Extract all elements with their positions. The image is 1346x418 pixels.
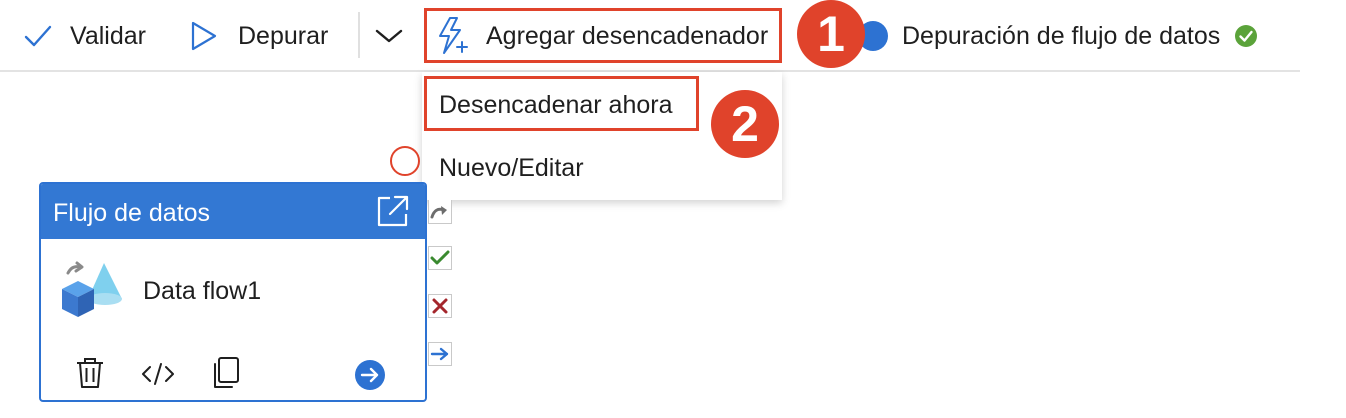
dataflow-icon: [60, 259, 124, 328]
open-external-icon[interactable]: [375, 193, 411, 234]
redo-arrow-icon[interactable]: [428, 200, 452, 224]
highlight-add-trigger: [424, 8, 782, 63]
circle-connector-icon[interactable]: [389, 145, 421, 182]
callout-badge-2: 2: [711, 90, 779, 158]
debug-label: Depurar: [238, 21, 329, 50]
success-icon: [1234, 24, 1258, 48]
check-icon: [24, 24, 52, 48]
validate-label: Validar: [70, 21, 146, 50]
arrow-circle-right-icon[interactable]: [354, 359, 386, 396]
dataflow-activity-card[interactable]: Flujo de datos Data flow1: [39, 182, 427, 402]
activity-name: Data flow1: [143, 277, 262, 305]
menu-item-label: Nuevo/Editar: [439, 153, 584, 182]
dataflow-debug-label: Depuración de flujo de datos: [902, 21, 1221, 50]
more-dropdown-button[interactable]: [372, 10, 406, 62]
play-outline-icon: [190, 21, 218, 51]
arrow-right-icon[interactable]: [428, 342, 452, 366]
dataflow-debug-status: Depuración de flujo de datos: [902, 10, 1258, 62]
delete-icon[interactable]: [75, 356, 105, 395]
code-icon[interactable]: [141, 362, 175, 391]
highlight-trigger-now: [424, 76, 699, 131]
toolbar-divider: [358, 12, 360, 58]
error-x-icon[interactable]: [428, 294, 452, 318]
chevron-down-icon: [372, 26, 406, 46]
copy-icon[interactable]: [211, 356, 241, 395]
success-check-icon[interactable]: [428, 246, 452, 270]
callout-badge-1: 1: [797, 0, 865, 68]
validate-button[interactable]: Validar: [24, 10, 146, 62]
card-header: Flujo de datos: [41, 184, 425, 239]
card-header-title: Flujo de datos: [53, 199, 211, 227]
debug-button[interactable]: Depurar: [190, 10, 328, 62]
